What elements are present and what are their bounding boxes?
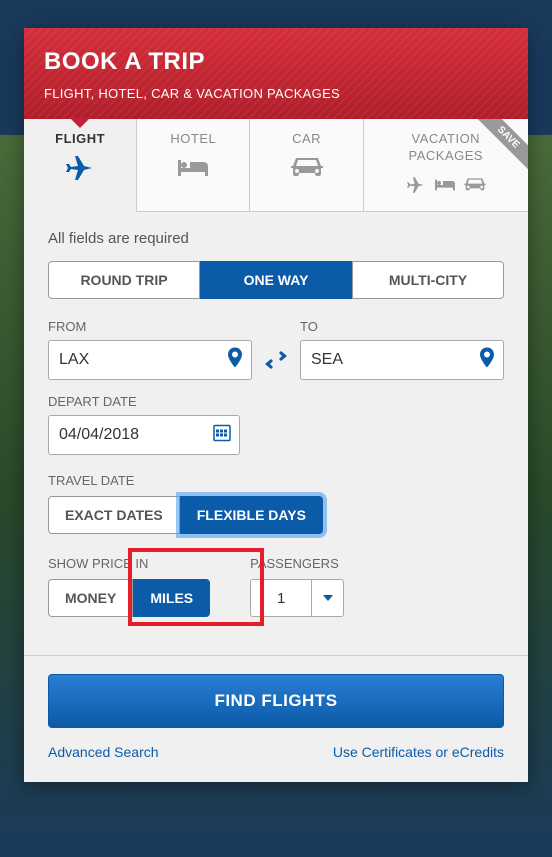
tab-flight[interactable]: FLIGHT	[24, 119, 137, 212]
location-pin-icon	[479, 348, 495, 373]
tab-hotel-label: HOTEL	[141, 131, 245, 146]
ecredits-link[interactable]: Use Certificates or eCredits	[333, 744, 504, 760]
travel-date-label: TRAVEL DATE	[48, 473, 504, 488]
form-body: All fields are required ROUND TRIP ONE W…	[24, 212, 528, 782]
trip-type-oneway[interactable]: ONE WAY	[200, 261, 352, 299]
depart-input-wrap[interactable]	[48, 415, 240, 455]
travel-date-exact[interactable]: EXACT DATES	[48, 496, 180, 534]
swap-button[interactable]	[262, 340, 290, 380]
trip-type-multi[interactable]: MULTI-CITY	[352, 261, 504, 299]
chevron-down-icon	[323, 595, 333, 601]
trip-type-group: ROUND TRIP ONE WAY MULTI-CITY	[48, 261, 504, 299]
booking-card: BOOK A TRIP FLIGHT, HOTEL, CAR & VACATIO…	[24, 28, 528, 782]
tab-flight-label: FLIGHT	[28, 131, 132, 146]
product-tabs: FLIGHT HOTEL CAR VACATION PACKAGES	[24, 119, 528, 212]
bed-small-icon	[433, 177, 457, 193]
depart-input[interactable]	[59, 426, 229, 444]
from-input[interactable]	[59, 351, 241, 369]
passengers-label: PASSENGERS	[250, 556, 344, 571]
tab-car-label: CAR	[254, 131, 358, 146]
to-field: TO	[300, 319, 504, 380]
passengers-dropdown[interactable]	[311, 580, 343, 616]
price-in-label: SHOW PRICE IN	[48, 556, 210, 571]
advanced-search-link[interactable]: Advanced Search	[48, 744, 159, 760]
plane-icon	[28, 152, 132, 184]
footer-links: Advanced Search Use Certificates or eCre…	[48, 744, 504, 760]
car-icon	[254, 152, 358, 184]
find-flights-button[interactable]: FIND FLIGHTS	[48, 674, 504, 728]
travel-date-group: EXACT DATES FLEXIBLE DAYS	[48, 496, 323, 534]
location-pin-icon	[227, 348, 243, 373]
save-badge	[468, 119, 528, 179]
tab-car[interactable]: CAR	[250, 119, 363, 212]
from-field: FROM	[48, 319, 252, 380]
depart-label: DEPART DATE	[48, 394, 240, 409]
trip-type-round[interactable]: ROUND TRIP	[48, 261, 200, 299]
required-text: All fields are required	[48, 230, 504, 247]
price-in-section: SHOW PRICE IN MONEY MILES	[48, 556, 210, 635]
card-title: BOOK A TRIP	[44, 48, 508, 76]
from-label: FROM	[48, 319, 252, 334]
swap-arrows-icon	[264, 350, 288, 370]
passengers-value: 1	[251, 580, 311, 616]
depart-field: DEPART DATE	[48, 394, 240, 455]
price-in-money[interactable]: MONEY	[48, 579, 133, 617]
price-in-group: MONEY MILES	[48, 579, 210, 617]
to-input-wrap[interactable]	[300, 340, 504, 380]
from-input-wrap[interactable]	[48, 340, 252, 380]
calendar-icon	[213, 424, 231, 447]
price-in-miles[interactable]: MILES	[133, 579, 210, 617]
passengers-select[interactable]: 1	[250, 579, 344, 617]
plane-small-icon	[405, 176, 427, 194]
tab-vacation[interactable]: VACATION PACKAGES	[364, 119, 528, 212]
to-input[interactable]	[311, 351, 493, 369]
card-header: BOOK A TRIP FLIGHT, HOTEL, CAR & VACATIO…	[24, 28, 528, 119]
divider	[24, 655, 528, 656]
to-label: TO	[300, 319, 504, 334]
active-tab-indicator	[70, 118, 90, 128]
travel-date-flexible[interactable]: FLEXIBLE DAYS	[180, 496, 323, 534]
bed-icon	[141, 152, 245, 184]
tab-hotel[interactable]: HOTEL	[137, 119, 250, 212]
passengers-section: PASSENGERS 1	[250, 556, 344, 635]
card-subtitle: FLIGHT, HOTEL, CAR & VACATION PACKAGES	[44, 86, 508, 101]
car-small-icon	[463, 177, 487, 193]
